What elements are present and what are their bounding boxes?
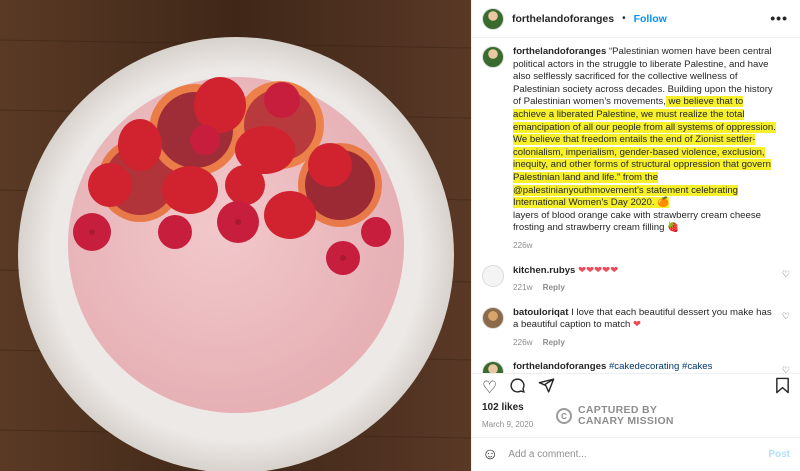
reply-button[interactable]: Reply [543,337,565,350]
comment-time[interactable]: 226w [513,337,533,350]
separator: • [622,13,626,24]
post-header: forthelandoforanges • Follow [472,0,800,38]
like-comment-icon[interactable]: ♡ [782,310,790,323]
post-date: March 9, 2020 [482,420,534,429]
avatar[interactable] [482,46,504,68]
like-comment-icon[interactable]: ♡ [782,268,790,281]
emoji-icon[interactable]: ☺ [482,446,498,464]
cake-photo [0,0,471,471]
caption-time[interactable]: 226w [513,240,533,253]
caption-highlight: we believe that to achieve a liberated P… [513,96,776,209]
caption: forthelandoforanges “Palestinian women h… [472,46,800,253]
share-icon[interactable] [538,377,555,399]
strawberry-emoji: 🍓 [667,222,680,234]
author-username[interactable]: forthelandoforanges [512,13,614,25]
caption-text-2: layers of blood orange cake with strawbe… [513,209,761,234]
comment-time[interactable]: 221w [513,282,533,295]
avatar[interactable] [482,306,504,329]
add-comment-bar: ☺ Add a comment... Post [472,437,800,471]
follow-button[interactable]: Follow [634,13,667,25]
comment-icon[interactable] [509,377,526,399]
reply-button[interactable]: Reply [543,282,565,295]
comment-text: ❤❤❤❤❤ [578,264,619,276]
orange-emoji: 🍊 [657,197,670,209]
canary-logo-icon: C [556,408,572,424]
comments-list[interactable]: forthelandoforanges “Palestinian women h… [472,46,800,374]
post-panel: forthelandoforanges • Follow ••• forthel… [471,0,800,471]
heart-emoji: ❤ [633,319,642,331]
watermark: C CAPTURED BY CANARY MISSION [556,405,674,427]
action-bar: ♡ [472,373,800,401]
watermark-line2: CANARY MISSION [578,415,674,427]
comment-input[interactable]: Add a comment... [508,449,758,460]
post-image[interactable] [0,0,471,471]
avatar[interactable] [482,264,504,287]
more-icon[interactable]: ••• [770,10,788,26]
comment: batouloriqat I love that each beautiful … [472,306,800,350]
comment-username[interactable]: batouloriqat [513,307,568,318]
post-button[interactable]: Post [768,449,790,460]
likes-count[interactable]: 102 likes [482,402,524,413]
like-icon[interactable]: ♡ [482,378,497,398]
bookmark-icon[interactable] [775,377,790,399]
comment-username[interactable]: kitchen.rubys [513,265,575,276]
comment-username[interactable]: forthelandoforanges [513,361,606,372]
caption-username[interactable]: forthelandoforanges [513,46,606,57]
avatar[interactable] [482,7,504,30]
comment: kitchen.rubys ❤❤❤❤❤ 221w Reply ♡ [472,264,800,295]
